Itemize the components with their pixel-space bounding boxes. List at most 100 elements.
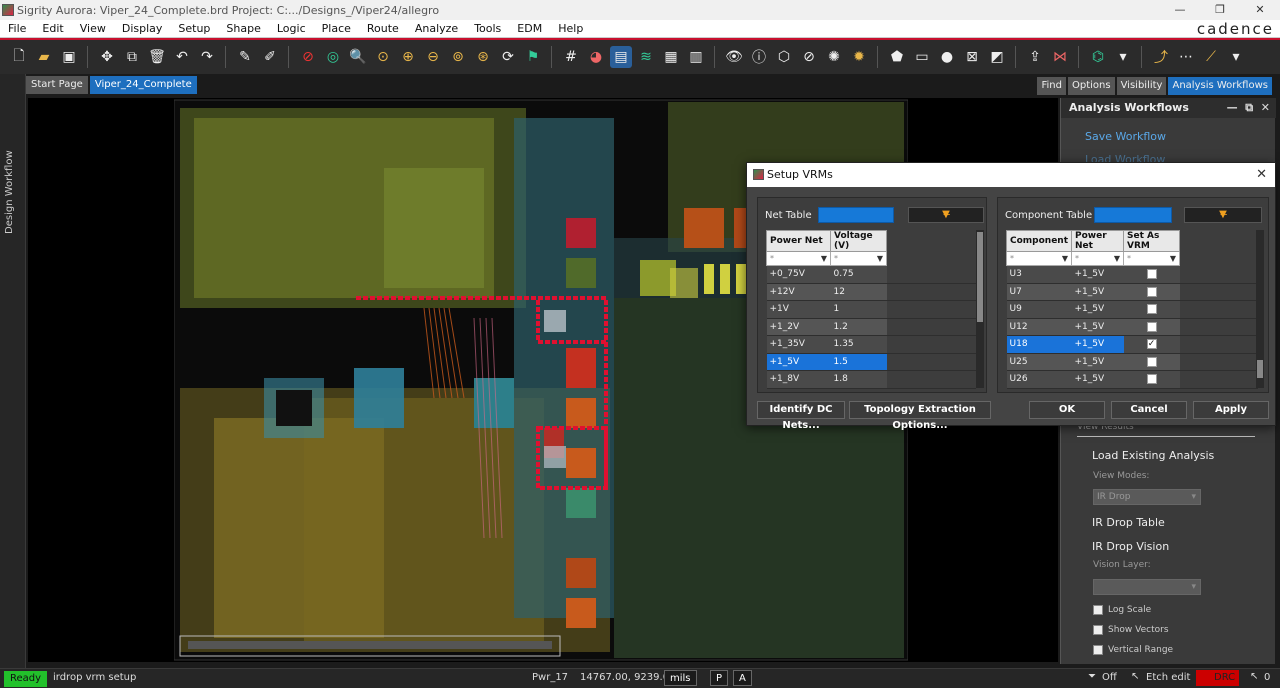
- delete-icon[interactable]: 🗑: [146, 46, 168, 68]
- layers-icon[interactable]: ≋: [635, 46, 657, 68]
- design-workflow-strip[interactable]: Design Workflow: [0, 74, 26, 668]
- close-panel-icon[interactable]: ✕: [1261, 101, 1270, 114]
- zoom-previous-icon[interactable]: ⊚: [447, 46, 469, 68]
- pin-panel-icon[interactable]: —: [1227, 101, 1238, 114]
- save-icon[interactable]: ▣: [58, 46, 80, 68]
- toolbar-more-icon[interactable]: ▾: [1225, 46, 1247, 68]
- component-3d-icon[interactable]: ⬡: [773, 46, 795, 68]
- more-dots-icon[interactable]: ⋯: [1175, 46, 1197, 68]
- menu-logic[interactable]: Logic: [269, 22, 314, 35]
- net-table-color-swatch[interactable]: [818, 207, 894, 223]
- table-row[interactable]: U26 +1_5V: [1006, 370, 1258, 389]
- view-modes-select[interactable]: IR Drop: [1093, 489, 1201, 505]
- copy-icon[interactable]: ⧉: [121, 46, 143, 68]
- new-file-icon[interactable]: 🗋: [8, 46, 30, 68]
- ir-drop-table-link[interactable]: IR Drop Table: [1092, 516, 1165, 529]
- col-power-net[interactable]: Power Net: [1071, 230, 1125, 252]
- log-scale-checkbox[interactable]: Log Scale: [1093, 605, 1151, 615]
- table-row-selected[interactable]: +1_5V 1.5: [766, 353, 976, 371]
- highlight-icon[interactable]: ✺: [823, 46, 845, 68]
- properties-icon[interactable]: ⓘ: [748, 46, 770, 68]
- dehighlight-icon[interactable]: ✹: [848, 46, 870, 68]
- set-as-vrm-checkbox[interactable]: [1146, 374, 1157, 384]
- layers-active-icon[interactable]: ▤: [610, 46, 632, 68]
- status-etch-edit[interactable]: Etch edit: [1146, 672, 1190, 683]
- no-visibility-icon[interactable]: ⊘: [798, 46, 820, 68]
- zoom-center-icon[interactable]: ⊛: [472, 46, 494, 68]
- component-table-scrollbar[interactable]: [1256, 230, 1264, 388]
- pin-icon[interactable]: ✎: [234, 46, 256, 68]
- zoom-fit-icon[interactable]: 🔍: [347, 46, 369, 68]
- tab-visibility[interactable]: Visibility: [1116, 77, 1167, 95]
- menu-display[interactable]: Display: [114, 22, 171, 35]
- reports-icon[interactable]: ▥: [685, 46, 707, 68]
- tab-find[interactable]: Find: [1037, 77, 1066, 95]
- table-row[interactable]: U25 +1_5V: [1006, 353, 1258, 371]
- show-vectors-checkbox[interactable]: Show Vectors: [1093, 625, 1169, 635]
- shape-circle-icon[interactable]: ●: [936, 46, 958, 68]
- col-power-net[interactable]: Power Net: [766, 230, 831, 252]
- table-row[interactable]: +0_75V 0.75: [766, 265, 976, 284]
- tab-analysis-workflows[interactable]: Analysis Workflows: [1168, 77, 1272, 95]
- a-toggle[interactable]: A: [733, 670, 752, 686]
- component-table-color-swatch[interactable]: [1094, 207, 1172, 223]
- cancel-button[interactable]: Cancel: [1111, 401, 1187, 419]
- redo-icon[interactable]: ↷: [196, 46, 218, 68]
- stop-icon[interactable]: ⊘: [297, 46, 319, 68]
- dialog-close-icon[interactable]: ✕: [1256, 163, 1267, 187]
- checkbox-box[interactable]: [1093, 625, 1103, 635]
- unpin-icon[interactable]: ✐: [259, 46, 281, 68]
- col-set-as-vrm[interactable]: Set As VRM: [1123, 230, 1181, 252]
- ir-drop-vision-link[interactable]: IR Drop Vision: [1092, 540, 1169, 553]
- identify-dc-nets-button[interactable]: Identify DC Nets...: [757, 401, 845, 431]
- move-icon[interactable]: ✥: [96, 46, 118, 68]
- undo-icon[interactable]: ↶: [171, 46, 193, 68]
- scrollbar-thumb[interactable]: [1257, 360, 1263, 378]
- vrm-filter-input[interactable]: * ▼: [1123, 251, 1181, 266]
- shape-void-icon[interactable]: ⊠: [961, 46, 983, 68]
- menu-tools[interactable]: Tools: [466, 22, 509, 35]
- dropdown-icon[interactable]: ▾: [1112, 46, 1134, 68]
- checkbox-box[interactable]: [1093, 645, 1103, 655]
- col-voltage[interactable]: Voltage (V): [830, 230, 887, 252]
- table-row[interactable]: +1_35V 1.35: [766, 335, 976, 354]
- table-row-selected[interactable]: U18 +1_5V ✓: [1006, 335, 1258, 354]
- analysis-icon[interactable]: ⌬: [1087, 46, 1109, 68]
- table-row[interactable]: +1V 1: [766, 300, 976, 319]
- drc-badge[interactable]: DRC: [1196, 670, 1240, 686]
- open-folder-icon[interactable]: ▰: [33, 46, 55, 68]
- table-row[interactable]: U7 +1_5V: [1006, 283, 1258, 301]
- refresh-icon[interactable]: ⟳: [497, 46, 519, 68]
- visibility-icon[interactable]: 👁: [723, 46, 745, 68]
- net-table-scrollbar[interactable]: [976, 230, 984, 388]
- status-filter-off[interactable]: Off: [1102, 672, 1117, 683]
- menu-edit[interactable]: Edit: [34, 22, 71, 35]
- zoom-in-icon[interactable]: ⊕: [397, 46, 419, 68]
- route-icon[interactable]: ⤴: [1150, 46, 1172, 68]
- net-filter-icon[interactable]: ▼̶: [908, 207, 984, 223]
- menu-view[interactable]: View: [72, 22, 114, 35]
- grid-icon[interactable]: #: [560, 46, 582, 68]
- report-icon[interactable]: ▦: [660, 46, 682, 68]
- menu-route[interactable]: Route: [359, 22, 407, 35]
- zoom-world-icon[interactable]: ◎: [322, 46, 344, 68]
- zoom-select-icon[interactable]: ⊙: [372, 46, 394, 68]
- apply-button[interactable]: Apply: [1193, 401, 1269, 419]
- vision-layer-select[interactable]: [1093, 579, 1201, 595]
- tab-viper-24-complete[interactable]: Viper_24_Complete: [89, 76, 197, 94]
- tab-start-page[interactable]: Start Page: [26, 76, 88, 94]
- component-filter-input[interactable]: * ▼: [1005, 251, 1073, 266]
- restore-icon[interactable]: ❐: [1200, 0, 1240, 20]
- export-icon[interactable]: ⇪: [1024, 46, 1046, 68]
- set-as-vrm-checkbox[interactable]: [1146, 304, 1157, 314]
- load-existing-analysis[interactable]: Load Existing Analysis: [1092, 449, 1214, 462]
- power-net-filter-input[interactable]: * ▼: [1071, 251, 1125, 266]
- topology-extraction-options-button[interactable]: Topology Extraction Options...: [849, 401, 991, 431]
- ok-button[interactable]: OK: [1029, 401, 1105, 419]
- set-as-vrm-checkbox[interactable]: [1146, 269, 1157, 279]
- shape-rect-icon[interactable]: ▭: [911, 46, 933, 68]
- table-row[interactable]: U3 +1_5V: [1006, 265, 1258, 284]
- tab-options[interactable]: Options: [1067, 77, 1115, 95]
- vertical-range-checkbox[interactable]: Vertical Range: [1093, 645, 1173, 655]
- scrollbar-thumb[interactable]: [977, 232, 983, 322]
